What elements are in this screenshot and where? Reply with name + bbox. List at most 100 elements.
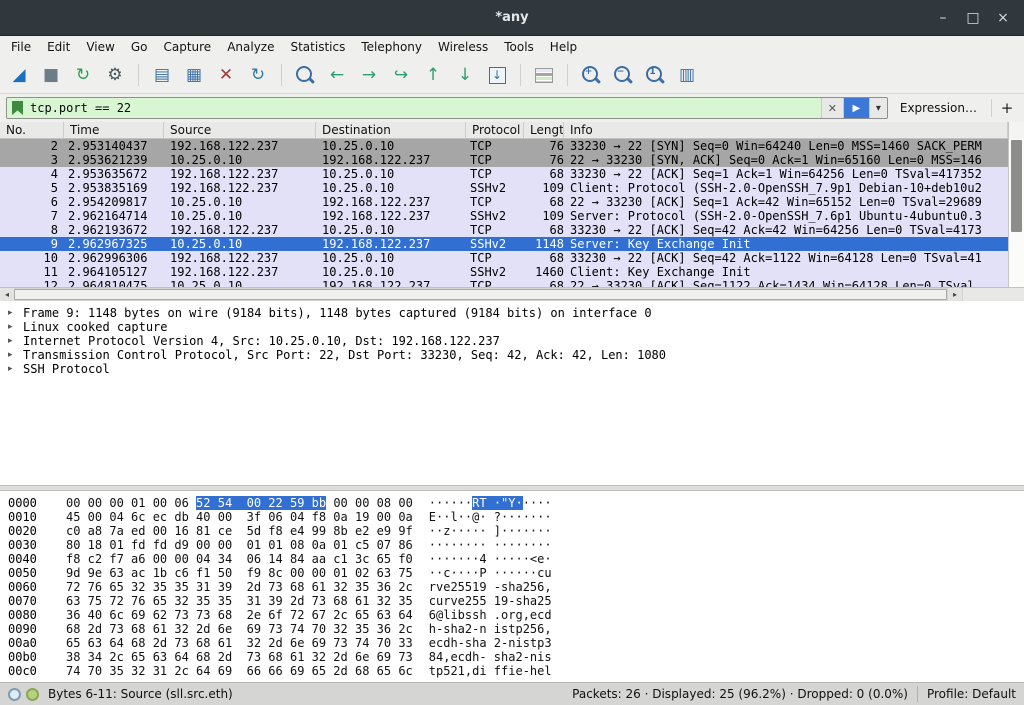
capture-options-icon[interactable]: ⚙ [102, 63, 128, 87]
add-filter-button[interactable]: + [996, 99, 1018, 117]
menu-item-statistics[interactable]: Statistics [282, 38, 353, 56]
hex-bytes: 72 76 65 32 35 35 31 39 2d 73 68 61 32 3… [66, 580, 413, 594]
hex-row-00a0[interactable]: 00a065 63 64 68 2d 73 68 61 32 2d 6e 69 … [8, 636, 1024, 650]
hex-row-0090[interactable]: 009068 2d 73 68 61 32 2d 6e 69 73 74 70 … [8, 622, 1024, 636]
packet-row-2[interactable]: 22.953140437192.168.122.23710.25.0.10TCP… [0, 139, 1008, 153]
go-forward-icon[interactable]: → [356, 63, 382, 87]
hex-row-0000[interactable]: 000000 00 00 01 00 06 52 54 00 22 59 bb … [8, 496, 1024, 510]
hex-row-0030[interactable]: 003080 18 01 fd fd d9 00 00 01 01 08 0a … [8, 538, 1024, 552]
hex-row-0010[interactable]: 001045 00 04 6c ec db 40 00 3f 06 04 f8 … [8, 510, 1024, 524]
zoom-out-icon[interactable]: − [610, 63, 636, 87]
expand-arrow-icon[interactable]: ▸ [8, 334, 23, 348]
expand-arrow-icon[interactable]: ▸ [8, 306, 23, 320]
column-header-protocol[interactable]: Protocol [466, 122, 524, 138]
packet-cell-proto: TCP [470, 279, 522, 287]
packet-cell-dst: 10.25.0.10 [322, 251, 464, 265]
scroll-right-icon[interactable]: ▸ [948, 288, 962, 301]
open-file-icon[interactable]: ▤ [149, 63, 175, 87]
menu-item-file[interactable]: File [3, 38, 39, 56]
reload-file-icon[interactable]: ↻ [245, 63, 271, 87]
zoom-original-icon[interactable]: 1 [642, 63, 668, 87]
detail-row-4[interactable]: ▸SSH Protocol [8, 362, 1024, 376]
column-header-no[interactable]: No. [0, 122, 64, 138]
detail-row-0[interactable]: ▸Frame 9: 1148 bytes on wire (9184 bits)… [8, 306, 1024, 320]
scrollbar-thumb[interactable] [1011, 140, 1022, 232]
filter-clear-button[interactable]: ✕ [821, 98, 843, 118]
title-bar[interactable]: *any – □ × [0, 0, 1024, 36]
column-header-source[interactable]: Source [164, 122, 316, 138]
menu-item-telephony[interactable]: Telephony [353, 38, 430, 56]
hscrollbar-thumb[interactable] [14, 289, 947, 300]
packet-cell-proto: SSHv2 [470, 237, 522, 251]
hex-row-0040[interactable]: 0040f8 c2 f7 a6 00 00 04 34 06 14 84 aa … [8, 552, 1024, 566]
start-capture-icon[interactable]: ◢ [6, 63, 32, 87]
column-header-length[interactable]: Length [524, 122, 564, 138]
capture-comment-icon[interactable] [26, 688, 39, 701]
expand-arrow-icon[interactable]: ▸ [8, 348, 23, 362]
hex-row-00b0[interactable]: 00b038 34 2c 65 63 64 68 2d 73 68 61 32 … [8, 650, 1024, 664]
close-file-icon[interactable]: ✕ [213, 63, 239, 87]
expand-arrow-icon[interactable]: ▸ [8, 362, 23, 376]
filter-input[interactable]: tcp.port == 22 [7, 98, 821, 118]
zoom-in-icon[interactable]: + [578, 63, 604, 87]
menu-item-help[interactable]: Help [542, 38, 585, 56]
packet-row-3[interactable]: 32.95362123910.25.0.10192.168.122.237TCP… [0, 153, 1008, 167]
autoscroll-icon[interactable]: ↓ [484, 63, 510, 87]
find-packet-icon[interactable] [292, 63, 318, 87]
go-to-packet-icon[interactable]: ↪ [388, 63, 414, 87]
go-back-icon[interactable]: ← [324, 63, 350, 87]
menu-item-go[interactable]: Go [123, 38, 156, 56]
packet-cell-no: 3 [0, 153, 58, 167]
packet-row-4[interactable]: 42.953635672192.168.122.23710.25.0.10TCP… [0, 167, 1008, 181]
scroll-left-icon[interactable]: ◂ [0, 288, 14, 301]
hex-bytes: 65 63 64 68 2d 73 68 61 32 2d 6e 69 73 7… [66, 636, 413, 650]
horizontal-scrollbar[interactable]: ◂ ▸ [0, 287, 1024, 301]
hex-row-0070[interactable]: 007063 75 72 76 65 32 35 35 31 39 2d 73 … [8, 594, 1024, 608]
column-header-time[interactable]: Time [64, 122, 164, 138]
hex-row-0050[interactable]: 00509d 9e 63 ac 1b c6 f1 50 f9 8c 00 00 … [8, 566, 1024, 580]
expert-info-icon[interactable] [8, 688, 21, 701]
packet-row-5[interactable]: 52.953835169192.168.122.23710.25.0.10SSH… [0, 181, 1008, 195]
packet-row-10[interactable]: 102.962996306192.168.122.23710.25.0.10TC… [0, 251, 1008, 265]
hex-row-0080[interactable]: 008036 40 6c 69 62 73 73 68 2e 6f 72 67 … [8, 608, 1024, 622]
packet-row-8[interactable]: 82.962193672192.168.122.23710.25.0.10TCP… [0, 223, 1008, 237]
column-header-destination[interactable]: Destination [316, 122, 466, 138]
minimize-button[interactable]: – [928, 0, 958, 36]
menu-item-view[interactable]: View [78, 38, 122, 56]
filter-dropdown-button[interactable]: ▾ [869, 98, 887, 118]
expression-button[interactable]: Expression… [888, 101, 987, 115]
restart-capture-icon[interactable]: ↻ [70, 63, 96, 87]
packet-row-11[interactable]: 112.964105127192.168.122.23710.25.0.10SS… [0, 265, 1008, 279]
hex-row-0020[interactable]: 0020c0 a8 7a ed 00 16 81 ce 5d f8 e4 99 … [8, 524, 1024, 538]
menu-item-analyze[interactable]: Analyze [219, 38, 282, 56]
packet-list-scrollbar[interactable] [1008, 139, 1024, 287]
maximize-button[interactable]: □ [958, 0, 988, 36]
packet-row-7[interactable]: 72.96216471410.25.0.10192.168.122.237SSH… [0, 209, 1008, 223]
column-header-info[interactable]: Info [564, 122, 1008, 138]
expand-arrow-icon[interactable]: ▸ [8, 320, 23, 334]
bookmark-icon[interactable] [12, 101, 23, 115]
packet-row-9[interactable]: 92.96296732510.25.0.10192.168.122.237SSH… [0, 237, 1008, 251]
menu-item-wireless[interactable]: Wireless [430, 38, 496, 56]
menu-item-edit[interactable]: Edit [39, 38, 78, 56]
packet-row-12[interactable]: 122.96481047510.25.0.10192.168.122.237TC… [0, 279, 1008, 287]
filter-apply-button[interactable]: ▶ [843, 98, 869, 118]
resize-columns-icon[interactable]: ▥ [674, 63, 700, 87]
menu-item-capture[interactable]: Capture [155, 38, 219, 56]
stop-capture-icon[interactable]: ■ [38, 63, 64, 87]
detail-row-2[interactable]: ▸Internet Protocol Version 4, Src: 10.25… [8, 334, 1024, 348]
colorize-icon[interactable] [531, 63, 557, 87]
detail-row-3[interactable]: ▸Transmission Control Protocol, Src Port… [8, 348, 1024, 362]
packet-row-6[interactable]: 62.95420981710.25.0.10192.168.122.237TCP… [0, 195, 1008, 209]
detail-row-1[interactable]: ▸Linux cooked capture [8, 320, 1024, 334]
close-button[interactable]: × [988, 0, 1018, 36]
hex-row-00c0[interactable]: 00c074 70 35 32 31 2c 64 69 66 66 69 65 … [8, 664, 1024, 678]
packet-cell-len: 1148 [522, 237, 564, 251]
go-last-icon[interactable]: ↓ [452, 63, 478, 87]
go-first-icon[interactable]: ↑ [420, 63, 446, 87]
menu-item-tools[interactable]: Tools [496, 38, 542, 56]
status-profile[interactable]: Profile: Default [927, 687, 1016, 701]
packet-cell-time: 2.964105127 [68, 265, 162, 279]
save-file-icon[interactable]: ▦ [181, 63, 207, 87]
hex-row-0060[interactable]: 006072 76 65 32 35 35 31 39 2d 73 68 61 … [8, 580, 1024, 594]
